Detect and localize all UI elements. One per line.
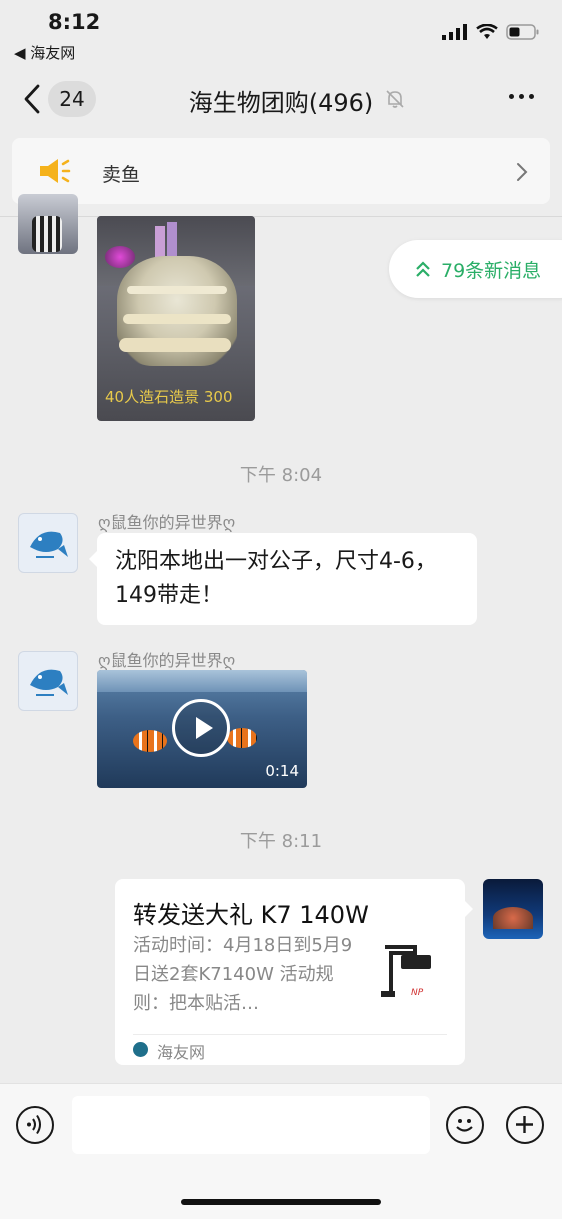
chevron-right-icon (517, 163, 528, 181)
wifi-icon (476, 24, 498, 39)
signal-icon (442, 24, 467, 40)
input-bar (0, 1083, 562, 1219)
more-options-icon[interactable] (509, 94, 534, 99)
plus-icon (516, 1116, 533, 1133)
message-input[interactable] (72, 1096, 430, 1154)
timestamp: 下午 8:11 (239, 831, 323, 852)
timestamp: 下午 8:04 (239, 465, 323, 486)
text-message-bubble[interactable]: 沈阳本地出一对公子，尺寸4-6，149带走！ (89, 533, 477, 625)
video-message[interactable]: 0:14 (97, 670, 307, 788)
voice-input-button[interactable] (16, 1106, 54, 1144)
fish-logo-icon (30, 531, 68, 558)
link-card-message[interactable]: 转发送大礼 K7 140W 活动时间：4月18日到5月9日送2套K7140W 活… (115, 879, 473, 1065)
more-actions-button[interactable] (506, 1106, 544, 1144)
megaphone-icon (40, 159, 71, 183)
sender-name: ღ鼠鱼你的异世界ღ (98, 651, 236, 670)
double-chevron-up-icon (416, 261, 430, 277)
header-divider (0, 216, 562, 217)
video-duration: 0:14 (265, 762, 299, 780)
image-caption: 40人造石造景 300 (105, 388, 233, 406)
source-logo-icon (133, 1042, 148, 1057)
avatar[interactable] (483, 879, 543, 939)
card-thumbnail: NP (381, 945, 431, 998)
card-description: 活动时间：4月18日到5月9日送2套K7140W 活动规则：把本贴活… (133, 935, 353, 1014)
play-icon (196, 717, 213, 739)
sender-name: ღ鼠鱼你的异世界ღ (98, 513, 236, 532)
battery-icon (506, 24, 539, 40)
message-text: 沈阳本地出一对公子，尺寸4-6，149带走！ (115, 549, 437, 608)
status-time: 8:12 (48, 10, 101, 34)
new-messages-button[interactable]: 79条新消息 (389, 240, 562, 298)
new-messages-label: 79条新消息 (441, 260, 542, 282)
emoji-button[interactable] (446, 1106, 484, 1144)
avatar[interactable] (18, 513, 78, 573)
fish-logo-icon (30, 669, 68, 696)
card-divider (133, 1034, 447, 1035)
card-title: 转发送大礼 K7 140W (133, 901, 369, 929)
emoji-icon (456, 1119, 473, 1132)
status-icons (442, 24, 540, 40)
svg-text:NP: NP (411, 988, 424, 998)
group-notice-bar[interactable]: 卖鱼 (12, 138, 550, 204)
home-indicator (181, 1199, 381, 1205)
voice-icon (27, 1114, 41, 1135)
image-message[interactable]: 40人造石造景 300 (97, 216, 255, 421)
mute-bell-icon (386, 90, 404, 108)
back-to-app-link[interactable]: ◀ 海友网 (14, 42, 75, 63)
avatar[interactable] (18, 651, 78, 711)
notice-text: 卖鱼 (102, 164, 141, 186)
play-button[interactable] (172, 699, 230, 757)
avatar[interactable] (18, 194, 78, 254)
card-source: 海友网 (157, 1043, 206, 1062)
chat-title: 海生物团购(496) (188, 89, 374, 117)
